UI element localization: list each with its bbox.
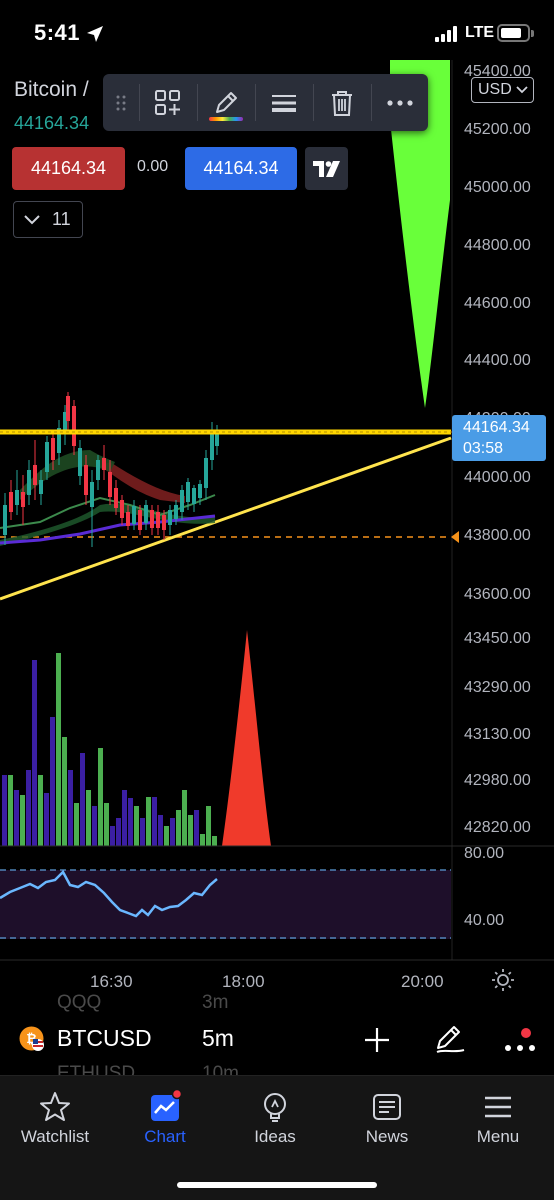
indicators-count: 11: [52, 209, 71, 229]
settings-sun-icon[interactable]: [491, 968, 515, 992]
price-label: 42980.00: [464, 772, 531, 789]
tab-news[interactable]: News: [332, 1076, 442, 1156]
location-arrow-icon: [87, 26, 103, 42]
price-label: 44000.00: [464, 469, 531, 486]
tab-ideas[interactable]: Ideas: [220, 1076, 330, 1156]
delete-drawing-button[interactable]: [314, 74, 370, 131]
price-label: 43290.00: [464, 679, 531, 696]
bitcoin-usd-flag-icon: ₿: [19, 1026, 44, 1051]
chevron-down-icon: [24, 214, 40, 224]
bar-countdown: 03:58: [463, 440, 504, 457]
tab-chart[interactable]: Chart: [110, 1076, 220, 1156]
tab-label: Ideas: [254, 1127, 296, 1146]
price-label: 44800.00: [464, 237, 531, 254]
battery-icon: [497, 24, 534, 42]
watchlist-peek-symbol: QQQ: [57, 992, 102, 1013]
tab-watchlist[interactable]: Watchlist: [0, 1076, 110, 1156]
buy-button[interactable]: 44164.34: [185, 147, 297, 190]
trash-icon: [332, 90, 352, 116]
watchlist-peek-interval: 3m: [202, 992, 229, 1013]
current-price-tag: 44164.34 03:58: [452, 415, 546, 461]
more-actions-icon[interactable]: [504, 1026, 536, 1056]
price-label: 42820.00: [464, 819, 531, 836]
symbol-bar[interactable]: ₿ BTCUSD 5m: [0, 1016, 554, 1062]
sell-button[interactable]: 44164.34: [12, 147, 125, 190]
tradingview-logo-icon: [312, 160, 340, 177]
last-price: 44164.34: [14, 113, 90, 133]
currency-label: USD: [478, 81, 512, 98]
tab-label: Watchlist: [20, 1127, 90, 1146]
spread-value: 0.00: [137, 158, 169, 175]
rsi-label: 40.00: [464, 912, 505, 929]
object-tree-button[interactable]: [140, 74, 196, 131]
lines-icon: [272, 94, 296, 112]
line-style-button[interactable]: [256, 74, 312, 131]
object-tree-icon: [155, 89, 180, 115]
rsi-label: 80.00: [464, 845, 505, 862]
signal-icon: [435, 26, 461, 42]
drawing-tools-icon[interactable]: [434, 1022, 466, 1054]
price-label: 44600.00: [464, 295, 531, 312]
time-label: 20:00: [401, 972, 444, 991]
tab-label: News: [365, 1127, 409, 1146]
star-icon: [40, 1092, 70, 1121]
volume-bars: [2, 653, 217, 846]
price-label: 43450.00: [464, 630, 531, 647]
tab-label: Menu: [476, 1127, 520, 1146]
lightbulb-icon: [264, 1093, 286, 1122]
home-indicator: [177, 1182, 377, 1188]
red-arrow-drawing: [222, 630, 271, 846]
drawing-toolbar[interactable]: [103, 74, 428, 131]
color-swatch: [209, 117, 243, 121]
price-label: 43800.00: [464, 527, 531, 544]
interval-label[interactable]: 5m: [202, 1025, 234, 1052]
news-icon: [373, 1094, 401, 1120]
currency-select[interactable]: USD: [471, 77, 534, 103]
symbol-label[interactable]: BTCUSD: [57, 1025, 152, 1052]
current-price-label: 44164.34: [463, 419, 530, 436]
chevron-down-icon: [516, 86, 528, 94]
price-label: 44400.00: [464, 352, 531, 369]
price-label: 45000.00: [464, 179, 531, 196]
time-label: 18:00: [222, 972, 265, 991]
tab-label: Chart: [144, 1127, 186, 1146]
tab-menu[interactable]: Menu: [443, 1076, 553, 1156]
more-icon: [387, 99, 413, 106]
indicators-toggle[interactable]: 11: [13, 201, 83, 238]
brush-color-button[interactable]: [198, 74, 254, 131]
price-label: 43600.00: [464, 586, 531, 603]
symbol-title[interactable]: Bitcoin /: [14, 78, 89, 102]
sell-price: 44164.34: [30, 158, 107, 178]
status-bar: 5:41 LTE: [0, 0, 554, 64]
status-time: 5:41: [34, 20, 81, 45]
buy-price: 44164.34: [203, 158, 279, 178]
time-label: 16:30: [90, 972, 133, 991]
tradingview-logo[interactable]: [305, 147, 348, 190]
chart-icon: [151, 1090, 182, 1121]
brush-icon: [216, 91, 237, 113]
network-label: LTE: [465, 24, 495, 41]
more-options-button[interactable]: [372, 74, 428, 131]
add-symbol-icon[interactable]: [362, 1025, 392, 1055]
menu-icon: [485, 1096, 511, 1118]
drag-handle-icon[interactable]: [115, 94, 127, 112]
price-label: 43130.00: [464, 726, 531, 743]
price-label: 45200.00: [464, 121, 531, 138]
